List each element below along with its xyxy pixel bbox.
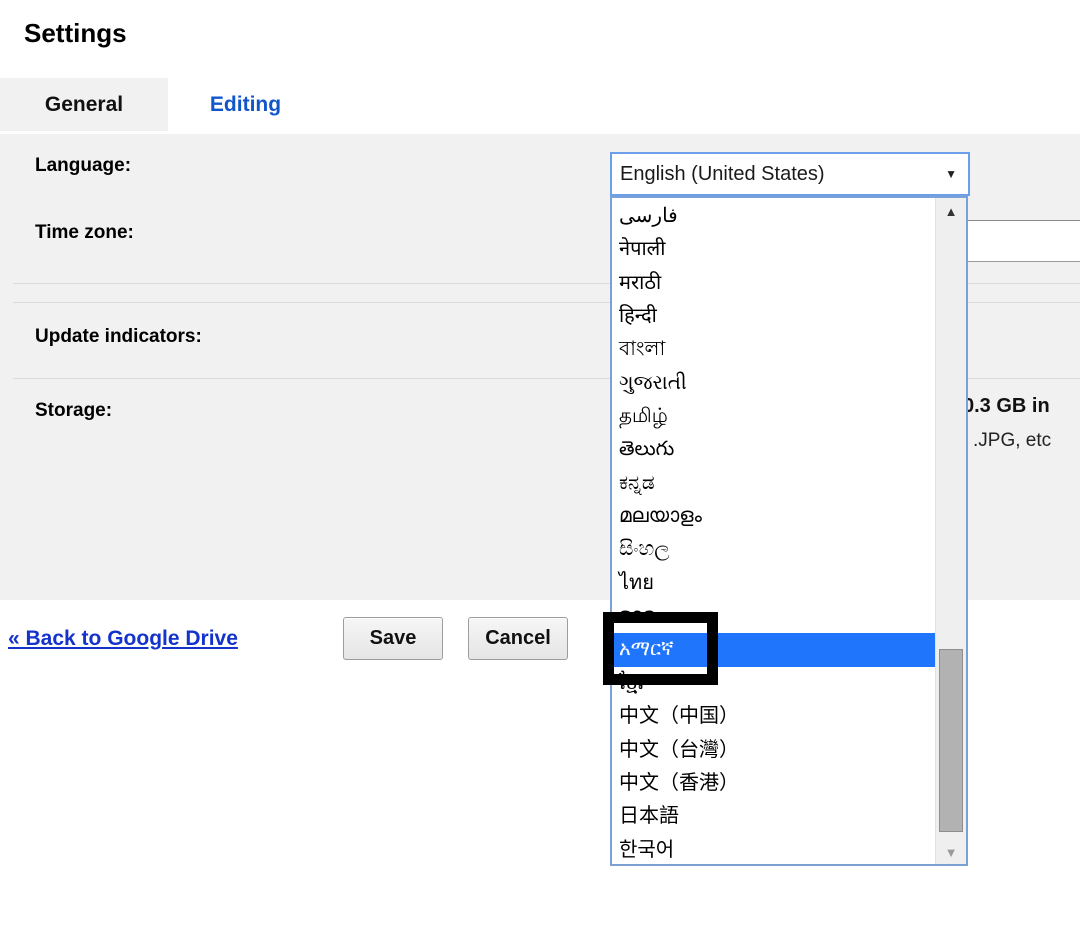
language-label: Language: xyxy=(35,155,131,177)
language-dropdown-list-items: فارسیनेपालीमराठीहिन्दीবাংলাગુજરાતીதமிழ்త… xyxy=(612,200,936,867)
back-to-drive-link[interactable]: « Back to Google Drive xyxy=(8,627,238,651)
tab-editing[interactable]: Editing xyxy=(168,78,323,131)
language-select-value: English (United States) xyxy=(620,154,825,194)
dropdown-scrollbar[interactable]: ▲ ▼ xyxy=(935,198,966,864)
language-dropdown-list: فارسیनेपालीमराठीहिन्दीবাংলাગુજરાતીதமிழ்త… xyxy=(610,196,968,866)
language-option[interactable]: नेपाली xyxy=(612,233,936,266)
scrollbar-thumb[interactable] xyxy=(939,649,963,832)
language-option[interactable]: ಕನ್ನಡ xyxy=(612,467,936,500)
chevron-down-icon: ▼ xyxy=(945,154,957,194)
language-option[interactable]: ગુજરાતી xyxy=(612,367,936,400)
language-option[interactable]: 한국어 xyxy=(612,834,936,867)
language-option[interactable]: मराठी xyxy=(612,267,936,300)
language-option[interactable]: 中文（香港） xyxy=(612,767,936,800)
scroll-down-icon[interactable]: ▼ xyxy=(936,845,966,860)
language-option[interactable]: 中文（台灣） xyxy=(612,734,936,767)
language-option[interactable]: தமிழ் xyxy=(612,400,936,433)
language-option[interactable]: বাংলা xyxy=(612,333,936,366)
settings-page: Settings General Editing Language: Time … xyxy=(0,0,1080,950)
tab-general[interactable]: General xyxy=(0,78,168,131)
scroll-up-icon[interactable]: ▲ xyxy=(936,204,966,219)
timezone-label: Time zone: xyxy=(35,222,134,244)
save-button[interactable]: Save xyxy=(343,617,443,660)
language-option[interactable]: 日本語 xyxy=(612,800,936,833)
language-option[interactable]: فارسی xyxy=(612,200,936,233)
cancel-button[interactable]: Cancel xyxy=(468,617,568,660)
language-option[interactable]: 中文（中国） xyxy=(612,700,936,733)
page-title: Settings xyxy=(24,18,127,49)
language-select[interactable]: English (United States) ▼ xyxy=(610,152,970,196)
annotation-rectangle xyxy=(603,612,718,685)
storage-detail-text: .JPG, etc xyxy=(973,430,1051,452)
language-option[interactable]: ไทย xyxy=(612,567,936,600)
storage-label: Storage: xyxy=(35,400,112,422)
update-indicators-label: Update indicators: xyxy=(35,326,202,348)
language-option[interactable]: తెలుగు xyxy=(612,433,936,466)
language-option[interactable]: മലയാളം xyxy=(612,500,936,533)
language-option[interactable]: සිංහල xyxy=(612,533,936,566)
storage-usage-text: 0.3 GB in xyxy=(963,395,1050,418)
language-option[interactable]: हिन्दी xyxy=(612,300,936,333)
